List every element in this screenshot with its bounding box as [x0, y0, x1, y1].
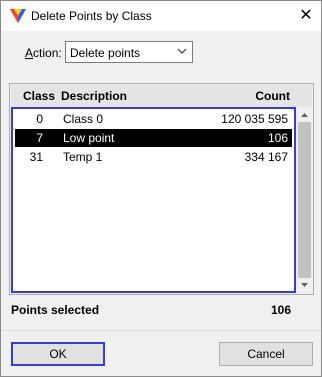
cell-description: Low point [63, 131, 115, 145]
cell-count: 106 [267, 131, 288, 145]
scroll-up-arrow-icon[interactable] [297, 108, 312, 122]
action-label-rest: ction: [33, 46, 62, 60]
ok-button[interactable]: OK [11, 342, 105, 366]
cell-description: Temp 1 [63, 150, 103, 164]
title-bar: Delete Points by Class ✕ [1, 1, 321, 31]
action-label-mnemonic: A [25, 46, 34, 60]
divider [1, 330, 321, 331]
cell-count: 334 167 [244, 150, 288, 164]
table-header: Class Description Count [11, 85, 312, 107]
cell-class: 0 [36, 112, 43, 126]
app-logo-icon [10, 9, 26, 23]
dialog-window: Delete Points by Class ✕ Action: Delete … [0, 0, 322, 377]
column-header-class[interactable]: Class [23, 89, 55, 103]
action-dropdown[interactable]: Delete points [65, 41, 193, 63]
points-selected-value: 106 [270, 303, 291, 317]
action-label: Action: [25, 46, 62, 60]
column-header-count[interactable]: Count [255, 89, 290, 103]
cancel-button[interactable]: Cancel [219, 342, 313, 366]
scrollbar-thumb[interactable] [298, 122, 311, 278]
table-row[interactable]: 31 Temp 1 334 167 [15, 148, 292, 166]
points-selected-label: Points selected [11, 303, 100, 317]
class-list[interactable]: 0 Class 0 120 035 595 7 Low point 106 31… [11, 107, 296, 293]
cell-description: Class 0 [63, 112, 104, 126]
cell-class: 31 [29, 150, 43, 164]
chevron-down-icon [177, 48, 187, 54]
scroll-down-arrow-icon[interactable] [297, 278, 312, 292]
cell-class: 7 [36, 131, 43, 145]
cell-count: 120 035 595 [221, 112, 288, 126]
window-title: Delete Points by Class [31, 9, 152, 23]
column-header-description[interactable]: Description [61, 89, 127, 103]
table-row[interactable]: 0 Class 0 120 035 595 [15, 110, 292, 128]
vertical-scrollbar[interactable] [297, 108, 312, 292]
close-button[interactable]: ✕ [291, 1, 321, 31]
class-table: Class Description Count 0 Class 0 120 03… [9, 83, 314, 295]
close-icon: ✕ [299, 7, 313, 24]
action-dropdown-value: Delete points [70, 46, 141, 60]
table-row[interactable]: 7 Low point 106 [15, 129, 292, 147]
